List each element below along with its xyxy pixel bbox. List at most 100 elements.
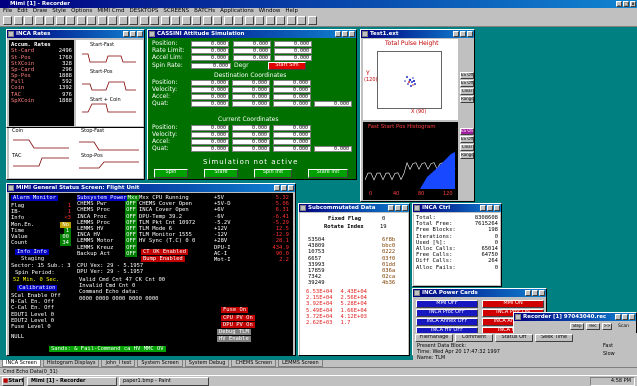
- taskbar-item-recorder[interactable]: Mimi [1] - Recorder: [27, 377, 117, 386]
- maximize-icon[interactable]: [487, 205, 493, 211]
- screen-tab[interactable]: System Debug: [184, 360, 230, 367]
- maximize-icon[interactable]: [281, 185, 287, 191]
- power-card-button[interactable]: INCA Proc OFF: [416, 309, 478, 317]
- start-sim-button[interactable]: Start Sim: [268, 62, 306, 70]
- close-icon[interactable]: [288, 185, 294, 191]
- taskbar-item-paint[interactable]: paper1.bmp - Paint: [119, 377, 209, 386]
- seek-time-button[interactable]: Seek Time: [535, 334, 573, 342]
- power-card-button[interactable]: INCA Annex OFF: [416, 318, 478, 326]
- cpu-pv-on-button[interactable]: CPU PV On: [221, 315, 255, 322]
- toolbar-button[interactable]: [286, 16, 296, 25]
- toolbar-button[interactable]: [244, 16, 254, 25]
- range-button-1[interactable]: Range: [460, 96, 474, 103]
- toolbar-button[interactable]: [223, 16, 233, 25]
- menu-edit[interactable]: Edit: [17, 8, 28, 15]
- toolbar-button[interactable]: [202, 16, 212, 25]
- stare-init-button[interactable]: Stare Init: [308, 169, 348, 178]
- toolbar-button[interactable]: [108, 16, 117, 25]
- maximize-icon[interactable]: [395, 205, 401, 211]
- screen-tab[interactable]: Histogram Displays: [42, 360, 100, 367]
- stare-button[interactable]: Stare: [204, 169, 238, 178]
- toolbar-button[interactable]: [181, 16, 191, 25]
- toolbar-button[interactable]: [34, 16, 44, 25]
- spin-rate-field[interactable]: 0.000: [191, 63, 231, 69]
- fuse-on-button[interactable]: Fuse On: [221, 307, 249, 314]
- menu-help[interactable]: Help: [285, 8, 298, 15]
- toolbar-button[interactable]: [160, 16, 170, 25]
- close-icon[interactable]: x: [630, 1, 636, 7]
- es-off-button-hist[interactable]: ES Off: [460, 136, 474, 143]
- menu-desktops[interactable]: DESKTOPS: [130, 8, 159, 15]
- toolbar-button[interactable]: [118, 16, 128, 25]
- minimize-icon[interactable]: [388, 205, 394, 211]
- toolbar-button[interactable]: [87, 16, 96, 25]
- power-card-button[interactable]: MMI ON: [482, 300, 544, 308]
- minimize-icon[interactable]: [274, 185, 280, 191]
- maximize-icon[interactable]: [130, 31, 136, 37]
- minimize-icon[interactable]: [615, 314, 621, 320]
- toolbar-button[interactable]: [297, 16, 306, 25]
- toolbar-button[interactable]: [45, 16, 54, 25]
- play-button[interactable]: >>: [602, 323, 612, 330]
- filemanage-button[interactable]: Filemanage: [415, 334, 453, 342]
- maximize-icon[interactable]: [532, 290, 538, 296]
- toolbar-button[interactable]: [192, 16, 201, 25]
- screen-tab[interactable]: CHEMS Screen: [231, 360, 277, 367]
- status-off-button[interactable]: Status Off: [495, 334, 533, 342]
- es-off-button-2[interactable]: ES Off: [460, 80, 474, 87]
- power-card-button[interactable]: MMI OFF: [416, 300, 478, 308]
- close-icon[interactable]: [467, 31, 473, 37]
- toolbar-button[interactable]: [55, 16, 65, 25]
- es-on-button-hist[interactable]: ES On: [460, 128, 474, 135]
- minimize-icon[interactable]: _: [616, 1, 622, 7]
- menu-batchs[interactable]: BATCHs: [194, 8, 215, 15]
- menu-draw[interactable]: Draw: [33, 8, 47, 15]
- maximize-icon[interactable]: [622, 314, 628, 320]
- toolbar-button[interactable]: [66, 16, 75, 25]
- toolbar-button[interactable]: [129, 16, 138, 25]
- toolbar-button[interactable]: [24, 16, 33, 25]
- toolbar-button[interactable]: [265, 16, 275, 25]
- close-icon[interactable]: [539, 290, 545, 296]
- spin-init-button[interactable]: Spin Init: [254, 169, 292, 178]
- cassini-input-field[interactable]: 0.000: [191, 41, 229, 47]
- screen-tab[interactable]: INCA Screen: [2, 360, 41, 367]
- toolbar-button[interactable]: [307, 16, 317, 25]
- cassini-input-field[interactable]: 0.000: [191, 48, 229, 54]
- slow-radio[interactable]: Slow: [603, 351, 615, 358]
- screen-tab[interactable]: john_l test: [101, 360, 136, 367]
- cassini-input-field[interactable]: 0.000: [233, 55, 271, 61]
- cassini-input-field[interactable]: 0.000: [274, 48, 312, 54]
- maximize-icon[interactable]: [460, 31, 466, 37]
- cassini-input-field[interactable]: 0.000: [191, 55, 229, 61]
- cassini-input-field[interactable]: 0.000: [233, 41, 271, 47]
- toolbar-button[interactable]: [276, 16, 285, 25]
- fast-radio[interactable]: Fast: [603, 343, 613, 350]
- toolbar-button[interactable]: [13, 16, 23, 25]
- minimize-icon[interactable]: [525, 290, 531, 296]
- toolbar-button[interactable]: [255, 16, 264, 25]
- cassini-input-field[interactable]: 0.000: [274, 41, 312, 47]
- menu-options[interactable]: Options: [71, 8, 92, 15]
- step-button[interactable]: Step: [570, 323, 584, 330]
- comment-button[interactable]: Comment: [455, 334, 493, 342]
- clear-button-hist[interactable]: Clear: [460, 144, 474, 151]
- toolbar-button[interactable]: [3, 16, 12, 25]
- toolbar-button[interactable]: [171, 16, 180, 25]
- close-icon[interactable]: [402, 205, 408, 211]
- minimize-icon[interactable]: [335, 31, 341, 37]
- start-button[interactable]: ■Start: [2, 377, 24, 386]
- menu-window[interactable]: Window: [259, 8, 281, 15]
- menu-applications[interactable]: Applications: [220, 8, 254, 15]
- cassini-input-field[interactable]: 0.000: [233, 48, 271, 54]
- minimize-icon[interactable]: [453, 31, 459, 37]
- toolbar-button[interactable]: [150, 16, 159, 25]
- screen-tab[interactable]: LEMMS Screen: [278, 360, 323, 367]
- screen-tab[interactable]: System Screen: [137, 360, 183, 367]
- close-icon[interactable]: [137, 31, 143, 37]
- close-icon[interactable]: [629, 314, 635, 320]
- maximize-icon[interactable]: □: [623, 1, 629, 7]
- toolbar-button[interactable]: [234, 16, 243, 25]
- hv-enable-button[interactable]: HV Enable: [217, 336, 251, 343]
- es-off-button-1[interactable]: ES Off: [460, 72, 474, 79]
